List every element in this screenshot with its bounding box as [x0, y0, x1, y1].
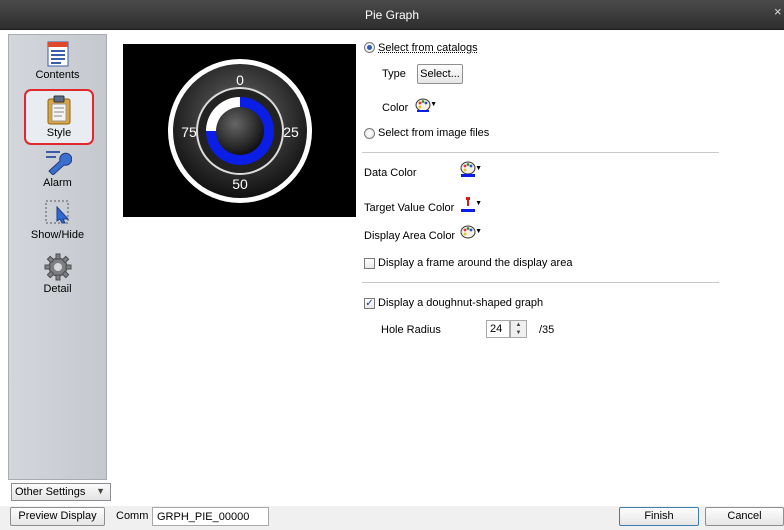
pie-graph-preview: 0 25 50 75 — [123, 44, 356, 217]
display-frame-label: Display a frame around the display area — [378, 257, 573, 269]
target-marker-icon — [461, 197, 475, 212]
finish-button[interactable]: Finish — [619, 507, 699, 526]
hole-radius-stepper[interactable]: ▲ ▼ — [510, 320, 527, 338]
window-title: Pie Graph — [364, 8, 420, 22]
sidebar-item-show-hide[interactable]: Show/Hide — [9, 199, 106, 241]
sidebar-item-label: Show/Hide — [30, 229, 85, 241]
other-settings-dropdown[interactable]: Other Settings ▼ — [11, 483, 111, 501]
target-value-color-picker[interactable]: ▼ — [460, 196, 482, 214]
gear-icon — [44, 253, 71, 281]
doughnut-graph-checkbox[interactable]: ✓ — [364, 298, 375, 309]
sidebar-item-label: Contents — [35, 69, 80, 81]
display-area-color-label: Display Area Color — [364, 230, 456, 242]
tick-label-left: 75 — [181, 124, 197, 140]
sidebar-item-detail[interactable]: Detail — [9, 253, 106, 295]
tick-label-bottom: 50 — [232, 176, 248, 192]
sidebar-item-alarm[interactable]: Alarm — [9, 149, 106, 189]
title-bar: Pie Graph × — [0, 0, 784, 30]
preview-display-button[interactable]: Preview Display — [10, 507, 105, 526]
caret-down-icon: ▼ — [475, 228, 482, 235]
sidebar: Contents Style Alarm Show/Hide Detail — [8, 34, 107, 480]
sidebar-item-label: Style — [46, 127, 72, 139]
comm-field[interactable]: GRPH_PIE_00000 — [152, 507, 269, 526]
doughnut-graph-label: Display a doughnut-shaped graph — [378, 297, 544, 309]
type-label: Type — [382, 68, 406, 80]
chevron-down-icon: ▼ — [96, 486, 105, 496]
palette-icon — [460, 161, 476, 177]
caret-down-icon: ▼ — [430, 101, 437, 108]
display-area-color-picker[interactable]: ▼ — [460, 224, 482, 242]
target-value-color-label: Target Value Color — [364, 202, 455, 214]
select-from-catalogs-label: Select from catalogs — [378, 42, 478, 54]
gauge-hole — [216, 107, 264, 155]
sidebar-item-label: Detail — [43, 283, 72, 295]
show-hide-icon — [45, 200, 69, 224]
hole-radius-label: Hole Radius — [381, 324, 441, 336]
close-icon[interactable]: × — [774, 4, 784, 24]
cancel-button[interactable]: Cancel — [705, 507, 784, 526]
contents-icon — [47, 41, 68, 67]
spin-down-icon[interactable]: ▼ — [511, 329, 526, 337]
display-frame-checkbox[interactable] — [364, 258, 375, 269]
sidebar-item-style[interactable]: Style — [24, 89, 94, 145]
other-settings-label: Other Settings — [15, 486, 86, 498]
sidebar-item-label: Alarm — [43, 177, 72, 189]
color-label: Color — [382, 102, 409, 114]
tick-label-right: 25 — [283, 124, 299, 140]
divider — [362, 282, 719, 283]
data-color-label: Data Color — [364, 167, 417, 179]
palette-icon — [415, 98, 431, 112]
data-color-picker[interactable]: ▼ — [460, 161, 482, 179]
caret-down-icon: ▼ — [475, 200, 482, 207]
select-from-catalogs-radio[interactable] — [364, 42, 375, 53]
hole-radius-max: /35 — [539, 324, 555, 336]
palette-icon — [460, 225, 476, 239]
sidebar-item-contents[interactable]: Contents — [9, 41, 106, 81]
comm-label: Comm — [116, 510, 149, 522]
select-type-button[interactable]: Select... — [417, 64, 463, 84]
divider — [362, 152, 719, 153]
tick-label-top: 0 — [236, 72, 244, 88]
caret-down-icon: ▼ — [475, 165, 482, 172]
spin-up-icon[interactable]: ▲ — [511, 321, 526, 329]
wrench-icon — [45, 151, 72, 175]
select-from-image-files-label: Select from image files — [378, 127, 490, 139]
style-icon — [47, 95, 71, 125]
hole-radius-input[interactable]: 24 — [486, 320, 510, 338]
select-from-image-files-radio[interactable] — [364, 128, 375, 139]
color-picker[interactable]: ▼ — [415, 97, 437, 115]
